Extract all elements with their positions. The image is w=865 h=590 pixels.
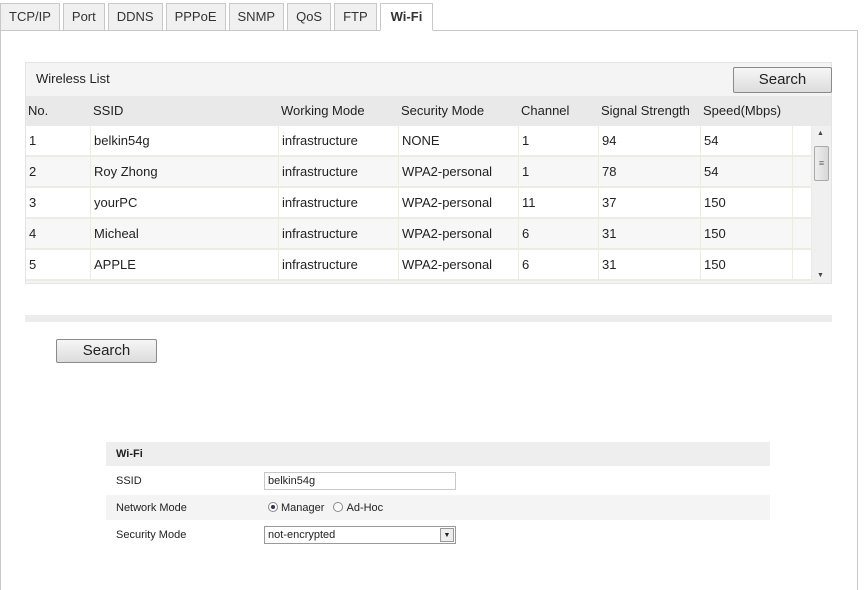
wifi-form: Wi-Fi SSID belkin54g Network Mode Manage… (106, 442, 770, 547)
table-row[interactable]: 2 Roy Zhong infrastructure WPA2-personal 1 78… (26, 157, 812, 188)
cell-no: 5 (26, 250, 91, 279)
col-security-mode: Security Mode (401, 103, 485, 118)
cell-channel: 1 (519, 157, 599, 186)
cell-ssid: belkin54g (91, 126, 279, 155)
scroll-down-icon[interactable]: ▼ (817, 272, 824, 279)
cell-security-mode: WPA2-personal (399, 157, 519, 186)
cell-ssid: Roy Zhong (91, 157, 279, 186)
wifi-form-title: Wi-Fi (106, 442, 770, 466)
col-ssid: SSID (93, 103, 124, 118)
adhoc-radio[interactable] (333, 501, 344, 512)
cell-signal-strength: 31 (599, 250, 701, 279)
cell-security-mode: WPA2-personal (399, 188, 519, 217)
table-row[interactable]: 5 APPLE infrastructure WPA2-personal 6 31 150 (26, 250, 812, 281)
col-working-mode: Working Mode (281, 103, 365, 118)
list-search-button[interactable]: Search (733, 67, 832, 93)
col-no: No. (28, 103, 49, 118)
tab-snmp[interactable]: SNMP (228, 3, 285, 31)
cell-speed: 150 (701, 219, 793, 248)
adhoc-label[interactable]: Ad-Hoc (346, 502, 383, 514)
cell-empty (793, 250, 812, 279)
cell-speed: 150 (701, 250, 793, 279)
cell-no: 4 (26, 219, 91, 248)
cell-security-mode: WPA2-personal (399, 219, 519, 248)
cell-channel: 11 (519, 188, 599, 217)
cell-speed: 150 (701, 188, 793, 217)
search-button[interactable]: Search (56, 339, 157, 363)
cell-channel: 6 (519, 250, 599, 279)
chevron-down-icon[interactable]: ▼ (440, 527, 454, 542)
wireless-list-panel: Wireless List Search No. SSID Working Mo… (25, 62, 832, 284)
tab-port[interactable]: Port (62, 3, 105, 31)
cell-channel: 6 (519, 219, 599, 248)
cell-working-mode: infrastructure (279, 250, 399, 279)
cell-working-mode: infrastructure (279, 219, 399, 248)
cell-ssid: APPLE (91, 250, 279, 279)
table-header: No. SSID Working Mode Security Mode Chan… (26, 96, 831, 126)
table-row[interactable]: 1 belkin54g infrastructure NONE 1 94 54 (26, 126, 812, 157)
cell-signal-strength: 94 (599, 126, 701, 155)
network-mode-radios: Manager Ad-Hoc (268, 501, 383, 514)
cell-no: 3 (26, 188, 91, 217)
cell-ssid: Micheal (91, 219, 279, 248)
tab-qos[interactable]: QoS (287, 3, 332, 31)
cell-empty (793, 188, 812, 217)
table-row[interactable]: 3 yourPC infrastructure WPA2-personal 11 37 15… (26, 188, 812, 219)
tab-ddns[interactable]: DDNS (107, 3, 163, 31)
scroll-up-icon[interactable]: ▲ (817, 130, 824, 137)
network-mode-row: Network Mode Manager Ad-Hoc (106, 495, 770, 520)
cell-no: 1 (26, 126, 91, 155)
cell-signal-strength: 37 (599, 188, 701, 217)
tab-ftp[interactable]: FTP (334, 3, 377, 31)
tab-bar: TCP/IP Port DDNS PPPoE SNMP QoS FTP Wi-F… (0, 3, 436, 31)
security-mode-label: Security Mode (116, 528, 187, 541)
col-channel: Channel (521, 103, 570, 118)
cell-empty (793, 157, 812, 186)
cell-no: 2 (26, 157, 91, 186)
ssid-label: SSID (116, 474, 142, 487)
cell-working-mode: infrastructure (279, 157, 399, 186)
col-speed: Speed(Mbps) (703, 103, 782, 118)
table-body: 1 belkin54g infrastructure NONE 1 94 54 2 Roy Zh… (26, 126, 812, 281)
cell-security-mode: WPA2-personal (399, 250, 519, 279)
cell-speed: 54 (701, 157, 793, 186)
cell-empty (793, 219, 812, 248)
security-mode-select[interactable]: not-encrypted ▼ (264, 525, 456, 544)
network-mode-label: Network Mode (116, 501, 187, 514)
ssid-input[interactable]: belkin54g (264, 471, 456, 490)
cell-channel: 1 (519, 126, 599, 155)
cell-working-mode: infrastructure (279, 188, 399, 217)
scrollbar[interactable]: ▲ ≡ ▼ (812, 126, 831, 283)
cell-ssid: yourPC (91, 188, 279, 217)
security-mode-value: not-encrypted (268, 528, 336, 541)
scroll-thumb[interactable]: ≡ (814, 146, 829, 181)
tab-wifi[interactable]: Wi-Fi (379, 3, 434, 31)
cell-working-mode: infrastructure (279, 126, 399, 155)
cell-speed: 54 (701, 126, 793, 155)
ssid-row: SSID belkin54g (106, 468, 770, 493)
tab-pppoe[interactable]: PPPoE (165, 3, 226, 31)
divider-bar (25, 315, 832, 322)
manager-radio[interactable] (268, 501, 278, 512)
col-signal-strength: Signal Strength (601, 103, 690, 118)
security-mode-row: Security Mode not-encrypted ▼ (106, 522, 770, 547)
cell-empty (793, 126, 812, 155)
wireless-list-title: Wireless List (36, 71, 110, 86)
manager-label[interactable]: Manager (281, 502, 324, 514)
table-row[interactable]: 4 Micheal infrastructure WPA2-personal 6 31 15… (26, 219, 812, 250)
cell-signal-strength: 78 (599, 157, 701, 186)
cell-signal-strength: 31 (599, 219, 701, 248)
cell-security-mode: NONE (399, 126, 519, 155)
tab-tcpip[interactable]: TCP/IP (0, 3, 60, 31)
